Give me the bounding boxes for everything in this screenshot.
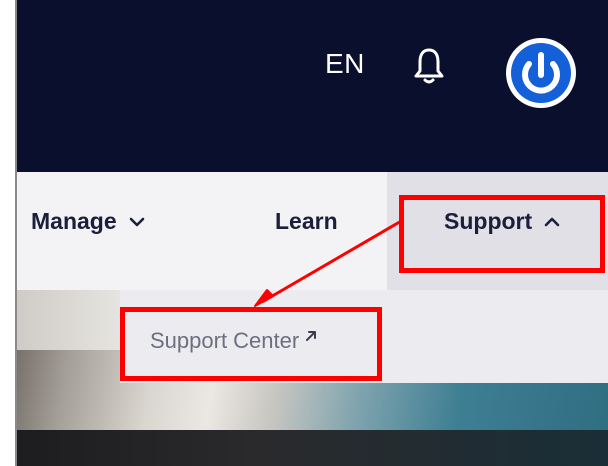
- hero-photo-shadow: [17, 430, 608, 466]
- chevron-down-icon: [129, 217, 144, 226]
- app-window: EN Manage Learn Support Support Center: [15, 0, 608, 466]
- language-selector[interactable]: EN: [325, 48, 365, 80]
- nav-item-label: Learn: [275, 208, 338, 234]
- highlight-support: [399, 195, 605, 273]
- top-header: EN: [17, 0, 608, 172]
- nav-item-manage[interactable]: Manage: [31, 208, 145, 235]
- power-icon[interactable]: [505, 37, 577, 109]
- highlight-support-center: [120, 307, 382, 381]
- nav-item-learn[interactable]: Learn: [275, 208, 338, 235]
- nav-item-label: Manage: [31, 208, 117, 234]
- bell-icon[interactable]: [412, 46, 446, 86]
- hero-photo-detail: [17, 290, 120, 350]
